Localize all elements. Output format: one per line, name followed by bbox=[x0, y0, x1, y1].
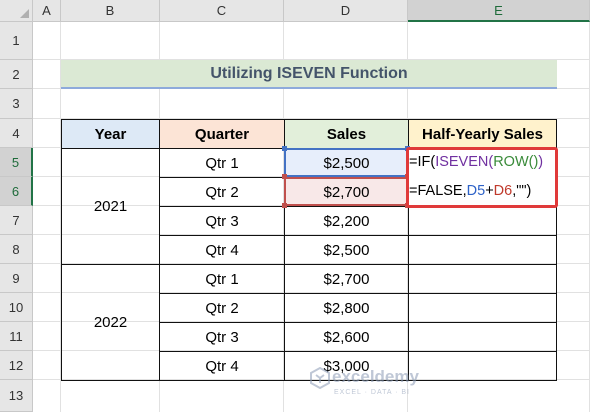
sales-cell[interactable]: $2,500 bbox=[284, 235, 409, 265]
row-header-10[interactable]: 10 bbox=[0, 293, 33, 322]
quarter-cell[interactable]: Qtr 1 bbox=[159, 148, 285, 178]
row-header-13[interactable]: 13 bbox=[0, 380, 33, 412]
watermark: exceldemy EXCEL · DATA · BI bbox=[310, 365, 470, 405]
reference-handle-d6[interactable] bbox=[282, 203, 287, 208]
half-yearly-cell[interactable] bbox=[408, 264, 557, 294]
quarter-cell[interactable]: Qtr 4 bbox=[159, 351, 285, 381]
select-all-triangle-icon bbox=[20, 9, 29, 18]
half-yearly-cell[interactable] bbox=[408, 322, 557, 352]
row-header-5[interactable]: 5 bbox=[0, 148, 33, 177]
half-yearly-cell[interactable] bbox=[408, 235, 557, 265]
row-header-3[interactable]: 3 bbox=[0, 89, 33, 119]
sheet-title[interactable]: Utilizing ISEVEN Function bbox=[61, 60, 557, 89]
reference-border-d6 bbox=[284, 177, 408, 206]
row-header-7[interactable]: 7 bbox=[0, 206, 33, 235]
header-quarter[interactable]: Quarter bbox=[159, 119, 285, 149]
row-header-8[interactable]: 8 bbox=[0, 235, 33, 264]
quarter-cell[interactable]: Qtr 4 bbox=[159, 235, 285, 265]
sales-cell[interactable]: $2,600 bbox=[284, 322, 409, 352]
header-year[interactable]: Year bbox=[61, 119, 160, 149]
year-cell-2021[interactable]: 2021 bbox=[61, 148, 160, 265]
formula-highlight-box bbox=[406, 147, 558, 208]
spreadsheet: A B C D E 1 2 3 4 5 6 7 8 9 10 11 12 13 … bbox=[0, 0, 590, 412]
row-header-11[interactable]: 11 bbox=[0, 322, 33, 351]
header-half-yearly-sales[interactable]: Half-Yearly Sales bbox=[408, 119, 557, 149]
sales-cell[interactable]: $2,800 bbox=[284, 293, 409, 323]
reference-handle-d6[interactable] bbox=[282, 174, 287, 179]
column-header-e[interactable]: E bbox=[408, 0, 590, 22]
header-sales[interactable]: Sales bbox=[284, 119, 409, 149]
column-header-d[interactable]: D bbox=[284, 0, 408, 22]
row-header-12[interactable]: 12 bbox=[0, 351, 33, 380]
quarter-cell[interactable]: Qtr 2 bbox=[159, 177, 285, 207]
row-header-1[interactable]: 1 bbox=[0, 22, 33, 60]
half-yearly-cell[interactable] bbox=[408, 206, 557, 236]
column-header-a[interactable]: A bbox=[33, 0, 61, 22]
sales-cell[interactable]: $2,200 bbox=[284, 206, 409, 236]
row-header-4[interactable]: 4 bbox=[0, 119, 33, 148]
select-all-corner[interactable] bbox=[0, 0, 33, 22]
quarter-cell[interactable]: Qtr 3 bbox=[159, 206, 285, 236]
sales-cell[interactable]: $2,700 bbox=[284, 264, 409, 294]
reference-handle-d5[interactable] bbox=[282, 146, 287, 151]
watermark-name: exceldemy bbox=[332, 367, 419, 386]
reference-border-d5 bbox=[284, 148, 408, 177]
column-header-b[interactable]: B bbox=[61, 0, 160, 22]
row-header-9[interactable]: 9 bbox=[0, 264, 33, 293]
row-header-2[interactable]: 2 bbox=[0, 60, 33, 89]
column-header-c[interactable]: C bbox=[160, 0, 284, 22]
watermark-tagline: EXCEL · DATA · BI bbox=[334, 389, 410, 396]
exceldemy-logo-icon bbox=[310, 367, 330, 389]
year-cell-2022[interactable]: 2022 bbox=[61, 264, 160, 381]
quarter-cell[interactable]: Qtr 3 bbox=[159, 322, 285, 352]
row-header-6[interactable]: 6 bbox=[0, 177, 33, 206]
quarter-cell[interactable]: Qtr 2 bbox=[159, 293, 285, 323]
quarter-cell[interactable]: Qtr 1 bbox=[159, 264, 285, 294]
half-yearly-cell[interactable] bbox=[408, 293, 557, 323]
